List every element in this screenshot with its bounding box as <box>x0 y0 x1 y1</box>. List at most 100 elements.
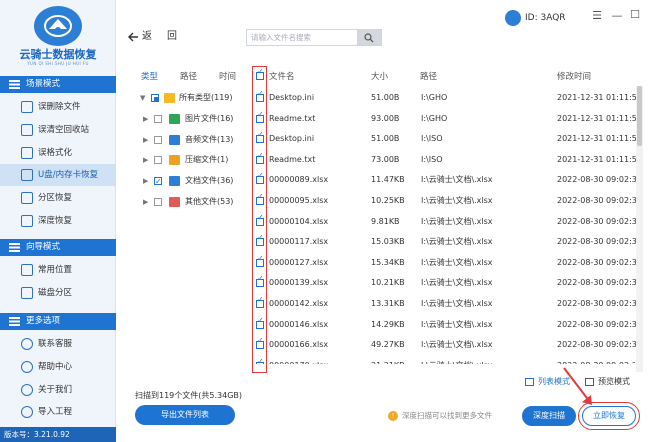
cell-name: 00000142.xlsx <box>269 299 329 308</box>
tree-checkbox[interactable] <box>154 135 162 144</box>
sidebar-item-2-2[interactable]: 关于我们 <box>0 379 116 401</box>
sidebar-item-2-3[interactable]: 导入工程 <box>0 401 116 423</box>
column-time[interactable]: 修改时间 <box>557 70 591 82</box>
expand-right-icon[interactable]: ▶ <box>143 130 148 150</box>
tree-item[interactable]: ▶ 压缩文件(1) <box>135 150 247 170</box>
table-row[interactable]: 00000166.xlsx 49.27KB I:\云骑士\文档\.xlsx 2022-… <box>253 335 642 356</box>
column-name[interactable]: 文件名 <box>269 70 295 82</box>
cell-time: 2022-08-30 09:02:39 <box>557 356 635 364</box>
cell-time: 2022-08-30 09:02:39 <box>557 319 642 329</box>
table-row[interactable]: 00000117.xlsx 15.03KB I:\云骑士\文档\.xlsx 2022-… <box>253 232 642 253</box>
table-row[interactable]: 00000146.xlsx 14.29KB I:\云骑士\文档\.xlsx 2022-… <box>253 315 642 336</box>
tree-item[interactable]: ▶ 文档文件(36) <box>135 171 247 192</box>
expand-right-icon[interactable]: ▶ <box>143 150 148 170</box>
sidebar-item-icon <box>21 360 33 373</box>
back-button[interactable]: 返 <box>127 29 152 45</box>
table-row[interactable]: 00000089.xlsx 11.47KB I:\云骑士\文档\.xlsx 2022-… <box>253 170 642 191</box>
expand-right-icon[interactable]: ▶ <box>143 109 148 129</box>
user-id-label: ID: 3AQR <box>525 13 566 23</box>
sidebar-section-title: 向导模式 <box>26 242 61 252</box>
column-size[interactable]: 大小 <box>371 70 388 82</box>
tree-tab-time[interactable]: 时间 <box>219 70 236 82</box>
file-type-icon <box>169 134 180 145</box>
tree-checkbox[interactable] <box>154 172 162 192</box>
sidebar-item-icon <box>21 123 33 136</box>
table-row[interactable]: 00000095.xlsx 10.25KB I:\云骑士\文档\.xlsx 2022-… <box>253 191 642 212</box>
search-button[interactable] <box>357 30 381 45</box>
cell-size: 10.21KB <box>371 278 405 288</box>
cell-path: I:\云骑士\文档\.xlsx <box>421 216 493 226</box>
sidebar-item-2-1[interactable]: 帮助中心 <box>0 356 116 378</box>
cell-time: 2022-08-30 09:02:39 <box>557 257 642 267</box>
deep-scan-button[interactable]: 深度扫描 <box>522 406 576 426</box>
file-type-icon <box>169 197 180 207</box>
expand-right-icon[interactable]: ▶ <box>143 192 148 212</box>
sidebar-item-icon <box>21 169 33 182</box>
sidebar-item-label: 联系客服 <box>38 339 73 349</box>
cell-time: 2021-12-31 01:11:55 <box>557 113 642 123</box>
cell-time: 2022-08-30 09:02:38 <box>557 196 642 205</box>
table-row[interactable]: Readme.txt 73.00B I:\ISO 2021-12-31 01:11:5… <box>253 150 642 171</box>
tree-item[interactable]: ▶ 其他文件(53) <box>135 192 247 212</box>
cell-name: 00000139.xlsx <box>269 278 329 288</box>
tree-checkbox[interactable] <box>154 156 162 165</box>
cell-path: I:\云骑士\文档\.xlsx <box>421 340 493 350</box>
tree-checkbox[interactable] <box>151 94 159 102</box>
table-row[interactable]: 00000170.xlsx 21.21KB I:\云骑士\文档\.xlsx 2022-… <box>253 356 635 364</box>
cell-path: I:\云骑士\文档\.xlsx <box>421 175 493 185</box>
tree-checkbox[interactable] <box>154 198 162 206</box>
sidebar-item-0-2[interactable]: 误格式化 <box>0 142 116 164</box>
cell-name: 00000170.xlsx <box>269 356 328 364</box>
search-box <box>246 29 382 46</box>
tree-item[interactable]: ▼ 所有类型(119) <box>135 88 247 108</box>
cell-time: 2022-08-30 09:02:39 <box>557 278 642 288</box>
table-row[interactable]: 00000104.xlsx 9.81KB I:\云骑士\文档\.xlsx 2022-0… <box>253 212 642 233</box>
table-row[interactable]: Readme.txt 93.00B I:\GHO 2021-12-31 01:11:5… <box>253 109 642 130</box>
sidebar-item-0-1[interactable]: 误清空回收站 <box>0 119 116 141</box>
tree-item-label: 图片文件(16) <box>185 113 234 123</box>
cell-name: 00000117.xlsx <box>269 237 329 247</box>
scrollbar-thumb[interactable] <box>637 86 642 146</box>
expand-down-icon[interactable]: ▼ <box>140 88 145 108</box>
sidebar-item-1-1[interactable]: 磁盘分区 <box>0 282 116 304</box>
tree-tab-type[interactable]: 类型 <box>141 70 158 82</box>
tree-item[interactable]: ▶ 图片文件(16) <box>135 109 247 129</box>
sidebar-item-0-4[interactable]: 分区恢复 <box>0 187 116 209</box>
table-row[interactable]: 00000127.xlsx 15.34KB I:\云骑士\文档\.xlsx 2022-… <box>253 253 642 274</box>
table-row[interactable]: 00000139.xlsx 10.21KB I:\云骑士\文档\.xlsx 2022-… <box>253 273 642 294</box>
expand-right-icon[interactable]: ▶ <box>143 171 148 191</box>
sidebar-item-icon <box>21 264 33 276</box>
section-icon <box>9 80 20 89</box>
sidebar-item-0-0[interactable]: 误删除文件 <box>0 96 116 118</box>
cell-time: 2022-08-30 09:02:39 <box>557 237 642 247</box>
minimize-icon[interactable]: — <box>610 9 624 23</box>
user-id[interactable]: ID: 3AQR <box>505 10 566 26</box>
sidebar-item-0-3[interactable]: U盘/内存卡恢复 <box>0 164 116 187</box>
export-list-button[interactable]: 导出文件列表 <box>135 405 235 425</box>
file-type-icon <box>169 176 180 187</box>
cell-size: 15.34KB <box>371 257 405 267</box>
sidebar-item-icon <box>21 101 33 113</box>
menu-icon[interactable]: ☰ <box>590 9 604 23</box>
sidebar-item-label: 磁盘分区 <box>38 287 73 298</box>
section-icon <box>9 317 20 326</box>
table-row[interactable]: 00000142.xlsx 13.31KB I:\云骑士\文档\.xlsx 2022-… <box>253 294 642 315</box>
search-icon <box>364 32 374 42</box>
sidebar-item-1-0[interactable]: 常用位置 <box>0 259 116 281</box>
maximize-icon[interactable]: ☐ <box>628 8 642 22</box>
cell-path: I:\GHO <box>421 93 448 102</box>
table-scrollbar[interactable] <box>636 86 643 372</box>
tree-item[interactable]: ▶ 音频文件(13) <box>135 130 247 150</box>
cell-time: 2021-12-31 01:11:55 <box>557 134 642 144</box>
table-row[interactable]: Desktop.ini 51.00B I:\ISO 2021-12-31 01:11:… <box>253 129 642 150</box>
column-path[interactable]: 路径 <box>420 70 437 82</box>
sidebar-item-icon <box>21 383 33 396</box>
sidebar-item-0-5[interactable]: 深度恢复 <box>0 210 116 232</box>
table-row[interactable]: Desktop.ini 51.00B I:\GHO 2021-12-31 01:11:… <box>253 88 642 109</box>
sidebar-section-0: 场景模式 <box>0 76 116 93</box>
tree-checkbox[interactable] <box>154 114 162 123</box>
home-button[interactable]: 回 <box>167 29 177 45</box>
tree-tab-path[interactable]: 路径 <box>180 70 197 82</box>
search-input[interactable] <box>247 30 358 45</box>
sidebar-item-2-0[interactable]: 联系客服 <box>0 333 116 355</box>
